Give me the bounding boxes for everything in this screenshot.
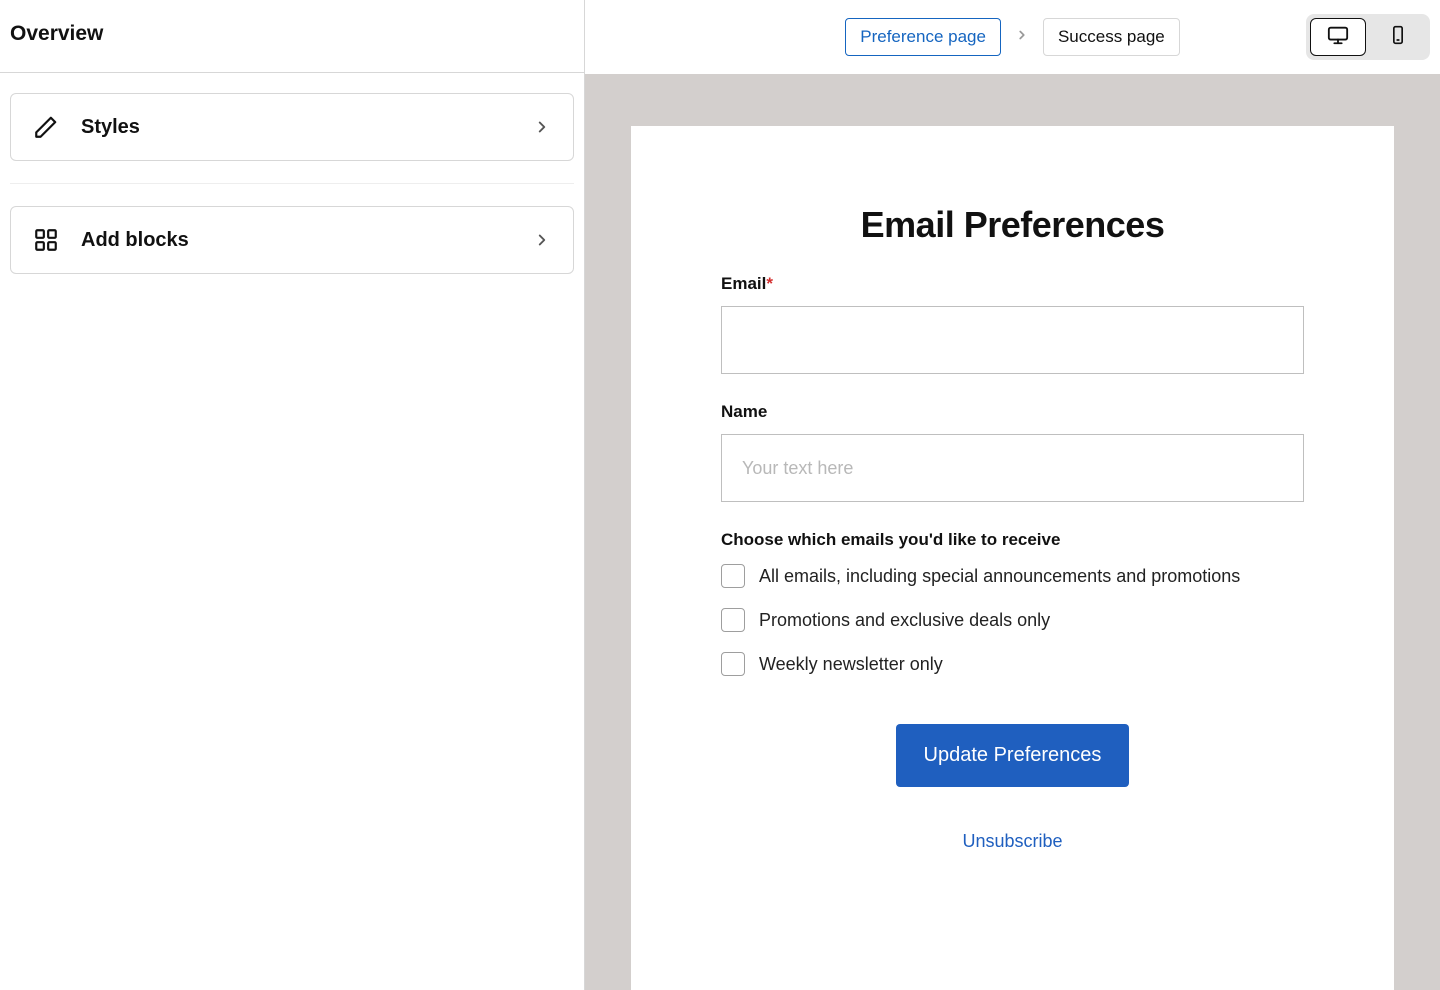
name-label: Name xyxy=(721,402,1304,422)
sidebar-item-label: Styles xyxy=(81,116,511,139)
preview-canvas: Email Preferences Email* Name Choose whi… xyxy=(585,74,1440,990)
option-label: Weekly newsletter only xyxy=(759,654,943,675)
desktop-icon xyxy=(1327,24,1349,51)
checkbox-all-emails[interactable] xyxy=(721,564,745,588)
option-row: All emails, including special announceme… xyxy=(721,564,1304,588)
preview-area: Preference page Success page xyxy=(585,0,1440,990)
submit-row: Update Preferences xyxy=(721,724,1304,787)
device-switch xyxy=(1306,14,1430,60)
device-desktop-button[interactable] xyxy=(1310,18,1366,56)
option-label: All emails, including special announceme… xyxy=(759,566,1240,587)
sidebar-title: Overview xyxy=(0,0,584,73)
breadcrumb: Preference page Success page xyxy=(845,18,1180,56)
divider xyxy=(10,183,574,184)
sidebar-body: Styles Add blocks xyxy=(0,73,584,294)
option-row: Weekly newsletter only xyxy=(721,652,1304,676)
sidebar-item-styles[interactable]: Styles xyxy=(10,93,574,161)
preferences-form: Email* Name Choose which emails you'd li… xyxy=(721,274,1304,852)
required-mark: * xyxy=(766,274,773,293)
option-row: Promotions and exclusive deals only xyxy=(721,608,1304,632)
name-input[interactable] xyxy=(721,434,1304,502)
unsubscribe-link[interactable]: Unsubscribe xyxy=(962,831,1062,851)
email-input[interactable] xyxy=(721,306,1304,374)
unsubscribe-row: Unsubscribe xyxy=(721,831,1304,852)
checkbox-newsletter[interactable] xyxy=(721,652,745,676)
field-email: Email* xyxy=(721,274,1304,374)
crumb-preference-page[interactable]: Preference page xyxy=(845,18,1001,56)
preview-page: Email Preferences Email* Name Choose whi… xyxy=(631,126,1394,990)
email-label-text: Email xyxy=(721,274,766,293)
mobile-icon xyxy=(1388,25,1408,50)
email-label: Email* xyxy=(721,274,1304,294)
update-preferences-button[interactable]: Update Preferences xyxy=(896,724,1130,787)
sidebar-item-label: Add blocks xyxy=(81,229,511,252)
chevron-right-icon xyxy=(533,231,551,249)
checkbox-promotions[interactable] xyxy=(721,608,745,632)
page-title: Email Preferences xyxy=(721,204,1304,246)
options-heading: Choose which emails you'd like to receiv… xyxy=(721,530,1304,550)
chevron-right-icon xyxy=(533,118,551,136)
option-label: Promotions and exclusive deals only xyxy=(759,610,1050,631)
field-name: Name xyxy=(721,402,1304,502)
sidebar-item-add-blocks[interactable]: Add blocks xyxy=(10,206,574,274)
pencil-icon xyxy=(33,114,59,140)
crumb-success-page[interactable]: Success page xyxy=(1043,18,1180,56)
preview-toolbar: Preference page Success page xyxy=(585,0,1440,74)
sidebar: Overview Styles xyxy=(0,0,585,990)
chevron-right-icon xyxy=(1015,28,1029,47)
device-mobile-button[interactable] xyxy=(1370,18,1426,56)
blocks-icon xyxy=(33,227,59,253)
